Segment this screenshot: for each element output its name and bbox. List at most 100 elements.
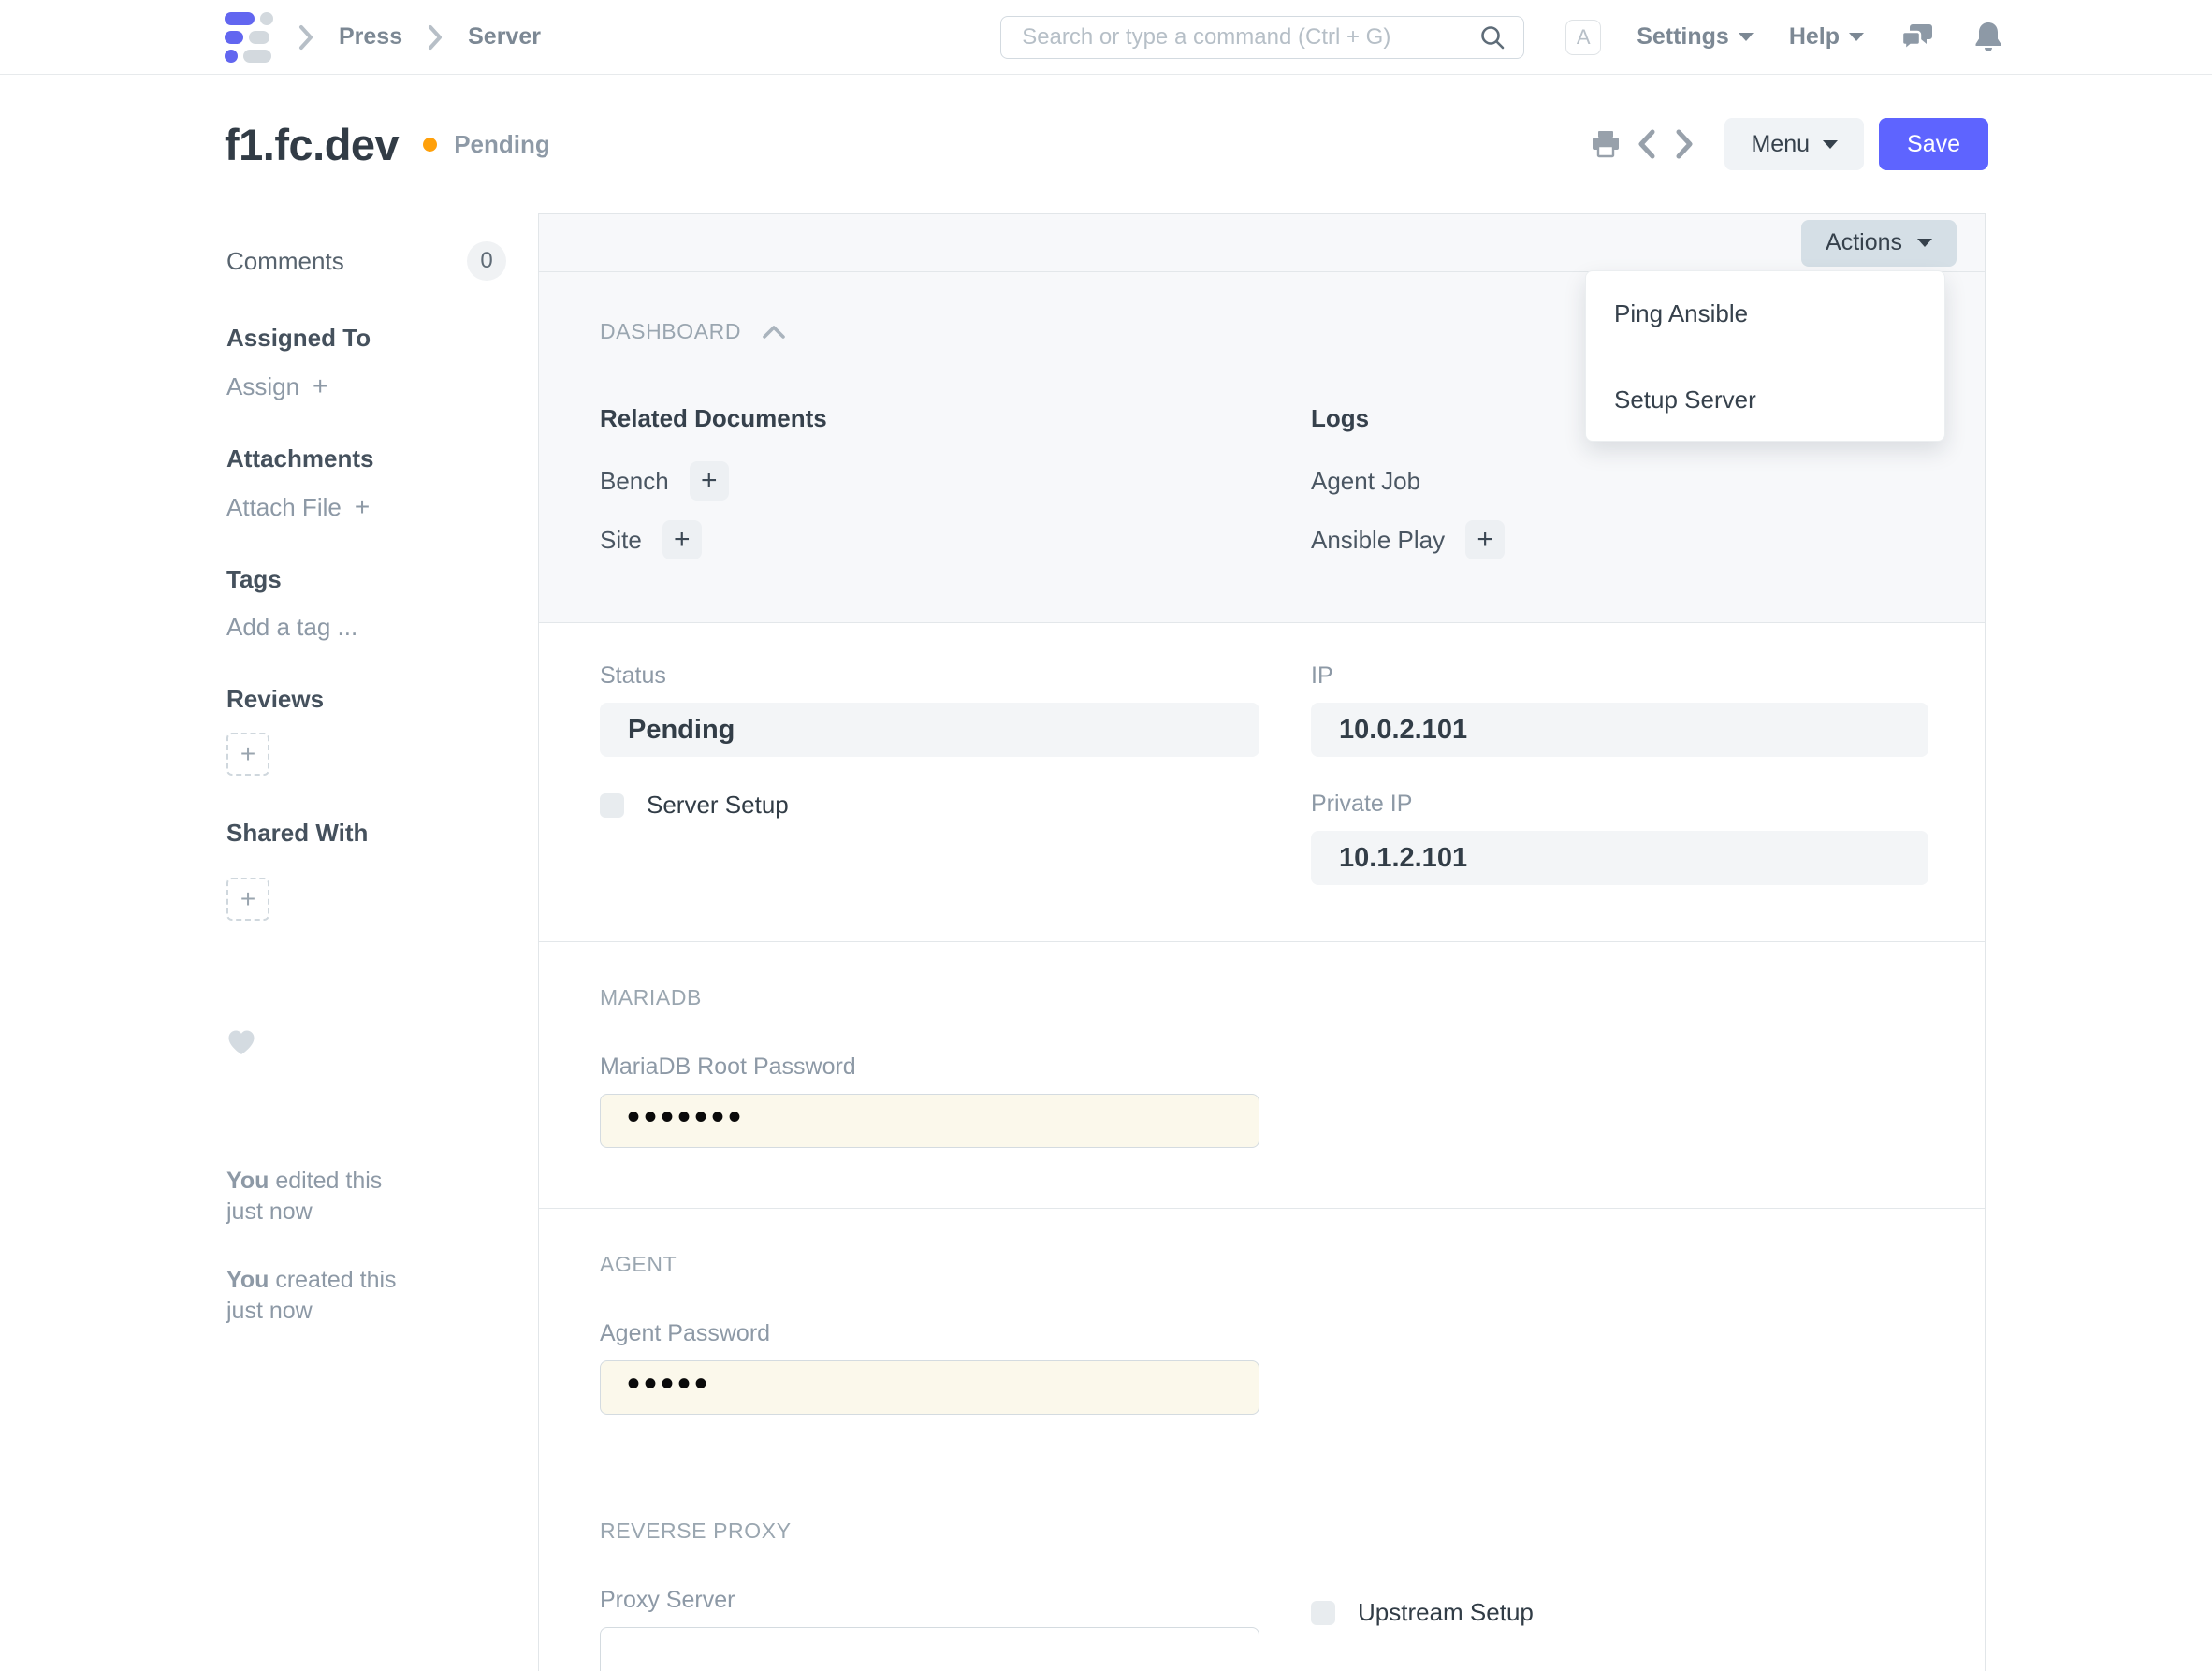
prev-document-icon[interactable] <box>1635 127 1659 161</box>
agent-password-input[interactable]: ••••• <box>600 1360 1259 1415</box>
attach-file-label: Attach File <box>226 493 342 522</box>
breadcrumb: Press Server <box>225 12 541 63</box>
agent-section: AGENT Agent Password ••••• <box>539 1209 1985 1475</box>
masked-password-value: ••••••• <box>627 1098 745 1143</box>
document-sidebar: Comments 0 Assigned To Assign + Attachme… <box>225 213 538 1671</box>
actions-button[interactable]: Actions <box>1801 220 1957 267</box>
ip-field-value: 10.0.2.101 <box>1311 703 1928 757</box>
navbar: Press Server A Settings Help <box>0 0 2212 75</box>
agent-password-label: Agent Password <box>600 1320 1927 1347</box>
attach-file-button[interactable]: Attach File + <box>226 492 506 522</box>
masked-password-value: ••••• <box>627 1365 711 1410</box>
mariadb-root-password-input[interactable]: ••••••• <box>600 1094 1259 1148</box>
app-logo[interactable] <box>225 12 273 63</box>
status-field-label: Status <box>600 662 1259 690</box>
notifications-bell-icon[interactable] <box>1972 20 2004 55</box>
ip-field-label: IP <box>1311 662 1928 690</box>
proxy-server-label: Proxy Server <box>600 1587 1259 1614</box>
page-head: f1.fc.dev Pending <box>0 75 2212 213</box>
private-ip-field-label: Private IP <box>1311 791 1928 818</box>
upstream-setup-checkbox-row[interactable]: Upstream Setup <box>1311 1598 1928 1627</box>
form-toolbar: Actions Ping Ansible Setup Server <box>539 214 1985 272</box>
search-icon <box>1478 23 1506 51</box>
assigned-to-heading: Assigned To <box>226 324 506 353</box>
chevron-up-icon <box>762 325 786 340</box>
activity-created: You created this just now <box>226 1265 506 1327</box>
mariadb-root-password-label: MariaDB Root Password <box>600 1053 1927 1081</box>
add-review-button[interactable]: + <box>226 733 269 776</box>
reviews-heading: Reviews <box>226 685 506 714</box>
reverse-proxy-section-title: REVERSE PROXY <box>600 1518 1927 1544</box>
chevron-down-icon <box>1823 140 1838 149</box>
tags-heading: Tags <box>226 565 506 594</box>
bench-label: Bench <box>600 467 669 496</box>
chevron-down-icon <box>1739 33 1754 41</box>
save-button[interactable]: Save <box>1879 118 1988 170</box>
chat-icon[interactable] <box>1899 19 1937 56</box>
upstream-setup-label: Upstream Setup <box>1358 1598 1534 1627</box>
settings-menu[interactable]: Settings <box>1637 23 1754 51</box>
like-heart-icon[interactable] <box>226 1028 506 1055</box>
print-icon[interactable] <box>1590 128 1622 160</box>
global-search[interactable] <box>1000 16 1524 59</box>
breadcrumb-item-server[interactable]: Server <box>468 23 541 51</box>
user-avatar[interactable]: A <box>1565 20 1601 55</box>
menu-item-ping-ansible[interactable]: Ping Ansible <box>1586 290 1944 337</box>
shared-with-heading: Shared With <box>226 819 506 848</box>
server-setup-label: Server Setup <box>647 791 789 820</box>
activity-edited: You edited this just now <box>226 1166 506 1228</box>
breadcrumb-item-press[interactable]: Press <box>339 23 402 51</box>
page-title: f1.fc.dev <box>225 119 399 170</box>
add-site-button[interactable]: + <box>662 520 702 559</box>
server-document-page: Press Server A Settings Help <box>0 0 2212 1671</box>
add-tag-placeholder: Add a tag ... <box>226 613 357 642</box>
menu-button[interactable]: Menu <box>1724 118 1864 170</box>
related-link-site[interactable]: Site + <box>600 520 1259 559</box>
add-tag-input[interactable]: Add a tag ... <box>226 613 506 642</box>
form-area: Actions Ping Ansible Setup Server DASHBO… <box>538 213 1986 1671</box>
next-document-icon[interactable] <box>1672 127 1696 161</box>
comments-label: Comments <box>226 247 344 276</box>
add-share-button[interactable]: + <box>226 878 269 921</box>
reverse-proxy-section: REVERSE PROXY Proxy Server Upstream Setu… <box>539 1475 1985 1671</box>
related-link-bench[interactable]: Bench + <box>600 461 1259 501</box>
add-ansible-play-button[interactable]: + <box>1465 520 1505 559</box>
add-bench-button[interactable]: + <box>690 461 729 501</box>
chevron-down-icon <box>1917 239 1932 247</box>
plus-icon: + <box>240 884 255 914</box>
proxy-server-input[interactable] <box>600 1627 1259 1671</box>
navbar-right: A Settings Help <box>1565 19 2004 56</box>
ansible-play-label: Ansible Play <box>1311 526 1445 555</box>
status-section: Status Pending Server Setup IP 10.0.2.10… <box>539 623 1985 942</box>
server-setup-checkbox-row[interactable]: Server Setup <box>600 791 1259 820</box>
assign-label: Assign <box>226 372 299 401</box>
agent-section-title: AGENT <box>600 1252 1927 1277</box>
agent-job-label: Agent Job <box>1311 467 1420 496</box>
plus-icon: + <box>240 739 255 769</box>
breadcrumb-chevron-icon <box>298 23 314 51</box>
sidebar-comments[interactable]: Comments 0 <box>226 241 506 281</box>
help-menu[interactable]: Help <box>1789 23 1864 51</box>
activity-user: You <box>226 1168 269 1194</box>
chevron-down-icon <box>1849 33 1864 41</box>
menu-button-label: Menu <box>1751 131 1810 158</box>
site-label: Site <box>600 526 642 555</box>
help-label: Help <box>1789 23 1840 51</box>
plus-icon: + <box>313 371 327 401</box>
assign-button[interactable]: Assign + <box>226 371 506 401</box>
activity-action: created this <box>269 1267 396 1293</box>
menu-item-setup-server[interactable]: Setup Server <box>1586 376 1944 423</box>
search-input[interactable] <box>1022 24 1478 51</box>
activity-time: just now <box>226 1199 313 1225</box>
activity-time: just now <box>226 1298 313 1324</box>
upstream-setup-checkbox[interactable] <box>1311 1601 1335 1625</box>
related-link-agent-job[interactable]: Agent Job <box>1311 461 1928 501</box>
plus-icon: + <box>355 492 370 522</box>
content: Comments 0 Assigned To Assign + Attachme… <box>0 213 1986 1671</box>
dashboard-title: DASHBOARD <box>600 321 741 342</box>
related-link-ansible-play[interactable]: Ansible Play + <box>1311 520 1928 559</box>
attachments-heading: Attachments <box>226 444 506 473</box>
activity-action: edited this <box>269 1168 382 1194</box>
related-documents-heading: Related Documents <box>600 404 1259 433</box>
server-setup-checkbox[interactable] <box>600 793 624 818</box>
